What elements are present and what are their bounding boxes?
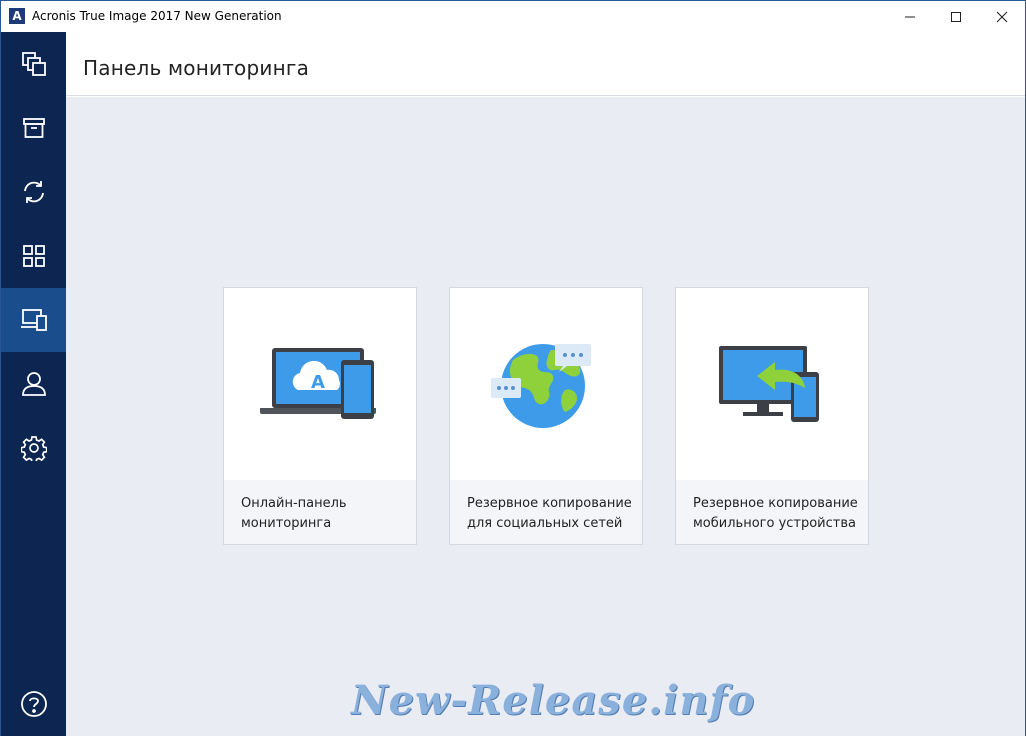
card-caption-line1: Резервное копирование	[467, 496, 632, 511]
card-social-backup[interactable]: Резервное копирование для социальных сет…	[449, 287, 643, 545]
card-caption-line1: Онлайн-панель	[241, 496, 347, 511]
close-button[interactable]	[979, 1, 1025, 32]
card-caption: Резервное копирование мобильного устройс…	[676, 480, 868, 544]
card-caption-line2: для социальных сетей	[467, 516, 623, 531]
sidebar	[1, 32, 66, 736]
laptop-phone-cloud-icon: A	[260, 348, 376, 419]
card-illustration	[676, 288, 868, 480]
sidebar-item-account[interactable]	[1, 352, 66, 416]
sidebar-item-sync[interactable]	[1, 160, 66, 224]
help-icon	[20, 691, 47, 717]
title-bar: A Acronis True Image 2017 New Generation	[1, 1, 1025, 32]
globe-chat-icon	[491, 344, 591, 428]
page-header: Панель мониторинга	[66, 32, 1025, 96]
svg-text:A: A	[311, 372, 325, 393]
archive-icon	[22, 118, 45, 138]
maximize-icon	[951, 11, 961, 22]
account-icon	[21, 372, 46, 396]
sidebar-item-settings[interactable]	[1, 416, 66, 480]
card-caption-line1: Резервное копирование	[693, 496, 858, 511]
card-caption-line2: мобильного устройства	[693, 516, 856, 531]
card-caption: Резервное копирование для социальных сет…	[450, 480, 642, 544]
app-logo-icon: A	[9, 8, 25, 24]
card-illustration	[450, 288, 642, 480]
window-title: Acronis True Image 2017 New Generation	[32, 9, 282, 23]
monitor-phone-arrow-icon	[719, 346, 819, 422]
card-caption: Онлайн-панель мониторинга	[224, 480, 416, 544]
page-title: Панель мониторинга	[83, 56, 310, 80]
backup-icon	[21, 52, 46, 76]
sidebar-item-archive[interactable]	[1, 96, 66, 160]
sidebar-item-dashboard[interactable]	[1, 288, 66, 352]
sidebar-item-backup[interactable]	[1, 32, 66, 96]
dashboard-devices-icon	[20, 309, 47, 331]
maximize-button[interactable]	[933, 1, 979, 32]
settings-gear-icon	[20, 436, 47, 461]
minimize-icon	[905, 16, 915, 17]
tools-grid-icon	[22, 245, 45, 267]
sidebar-item-tools[interactable]	[1, 224, 66, 288]
card-illustration: A	[224, 288, 416, 480]
minimize-button[interactable]	[887, 1, 933, 32]
sidebar-item-help[interactable]	[1, 672, 66, 736]
card-online-dashboard[interactable]: A Онлайн-панель мониторинга	[223, 287, 417, 545]
main-content: A Онлайн-панель мониторинга Резервное ко…	[66, 97, 1025, 736]
card-mobile-backup[interactable]: Резервное копирование мобильного устройс…	[675, 287, 869, 545]
app-window: A Acronis True Image 2017 New Generation	[0, 0, 1026, 736]
watermark: New-Release.info	[351, 677, 756, 724]
close-icon	[996, 11, 1008, 22]
sync-icon	[23, 181, 44, 203]
card-caption-line2: мониторинга	[241, 516, 332, 531]
